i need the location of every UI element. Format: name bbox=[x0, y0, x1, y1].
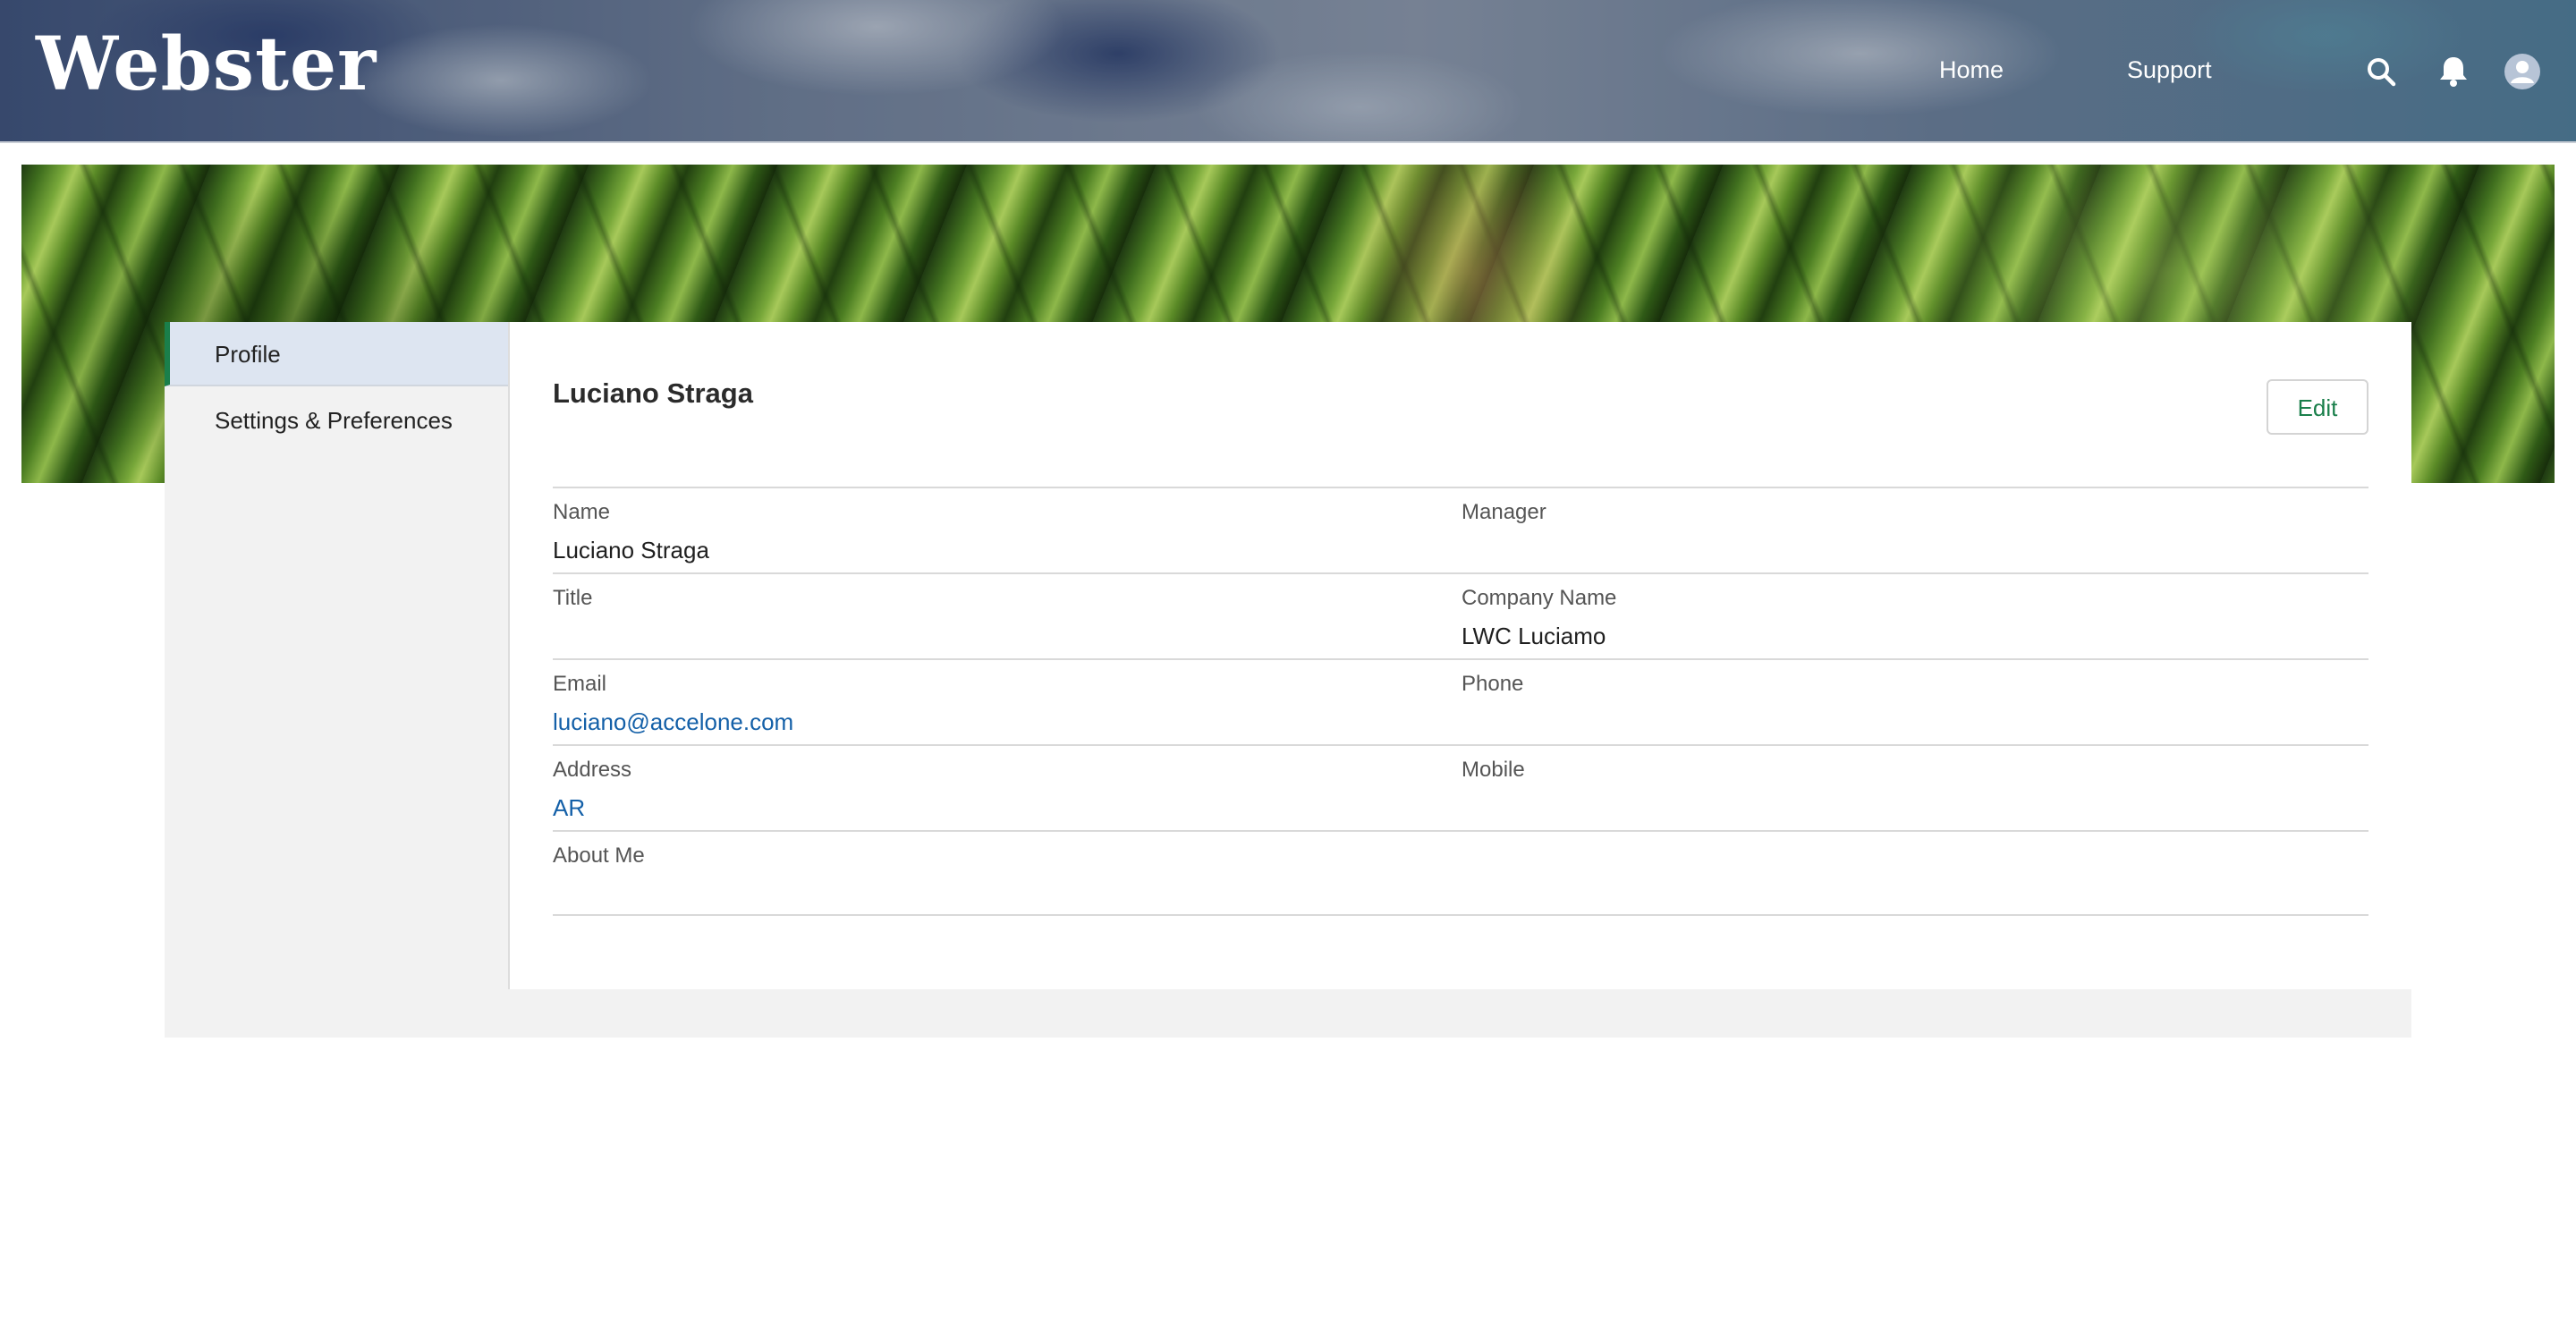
profile-fields: Name Luciano Straga Manager Title Compan… bbox=[553, 487, 2368, 916]
nav-home-link[interactable]: Home bbox=[1939, 52, 2004, 88]
search-icon[interactable] bbox=[2365, 55, 2397, 88]
field-label: Name bbox=[553, 500, 611, 524]
nav-support-link[interactable]: Support bbox=[2127, 52, 2212, 88]
field-manager: Manager bbox=[1462, 488, 2356, 572]
profile-sidebar: Profile Settings & Preferences bbox=[165, 322, 510, 989]
field-mobile: Mobile bbox=[1462, 746, 2356, 830]
email-link[interactable]: luciano@accelone.com bbox=[553, 707, 793, 737]
profile-card: Profile Settings & Preferences Luciano S… bbox=[165, 322, 2411, 1038]
edit-button[interactable]: Edit bbox=[2267, 379, 2368, 435]
field-name: Name Luciano Straga bbox=[553, 488, 1447, 572]
field-value: Luciano Straga bbox=[553, 537, 709, 564]
field-phone: Phone bbox=[1462, 660, 2356, 744]
field-label: Address bbox=[553, 758, 632, 782]
bell-icon[interactable] bbox=[2436, 54, 2470, 88]
profile-detail-panel: Luciano Straga Edit Name Luciano Straga … bbox=[510, 322, 2411, 989]
address-link[interactable]: AR bbox=[553, 792, 585, 823]
field-row: Address AR Mobile bbox=[553, 744, 2368, 830]
profile-heading: Luciano Straga bbox=[553, 377, 753, 409]
field-address: Address AR bbox=[553, 746, 1447, 830]
field-row: About Me bbox=[553, 830, 2368, 916]
field-row: Name Luciano Straga Manager bbox=[553, 487, 2368, 572]
field-title: Title bbox=[553, 574, 1447, 658]
field-email: Email luciano@accelone.com bbox=[553, 660, 1447, 744]
field-label: Company Name bbox=[1462, 586, 1617, 610]
field-company-name: Company Name LWC Luciamo bbox=[1462, 574, 2356, 658]
field-label: Phone bbox=[1462, 672, 1524, 696]
field-label: Mobile bbox=[1462, 758, 1525, 782]
field-about-me: About Me bbox=[553, 832, 1447, 916]
field-label: Manager bbox=[1462, 500, 1546, 524]
field-label: About Me bbox=[553, 843, 645, 868]
field-label: Title bbox=[553, 586, 593, 610]
sidebar-item-settings-preferences[interactable]: Settings & Preferences bbox=[165, 388, 508, 453]
field-value: LWC Luciamo bbox=[1462, 623, 1606, 649]
field-label: Email bbox=[553, 672, 607, 696]
sidebar-item-profile[interactable]: Profile bbox=[165, 322, 508, 386]
site-header: Webster Home Support bbox=[0, 0, 2576, 143]
avatar-icon[interactable] bbox=[2504, 54, 2540, 89]
field-row: Title Company Name LWC Luciamo bbox=[553, 572, 2368, 658]
field-row: Email luciano@accelone.com Phone bbox=[553, 658, 2368, 744]
site-logo[interactable]: Webster bbox=[36, 20, 377, 109]
